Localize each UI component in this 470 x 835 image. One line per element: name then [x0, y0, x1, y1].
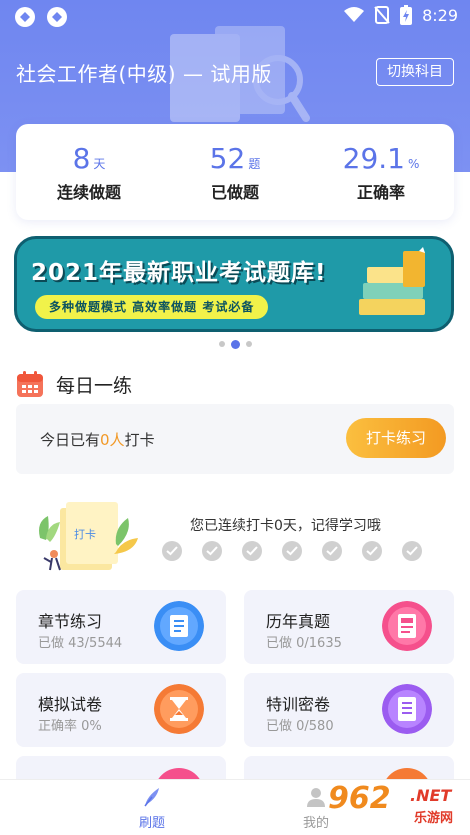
watermark-brand: 962: [328, 781, 391, 816]
stat-accuracy: 29.1% 正确率: [308, 124, 454, 220]
page-title: 社会工作者(中级) — 试用版: [16, 62, 272, 86]
stat-unit: 题: [248, 157, 261, 171]
stat-value: 29.1: [342, 142, 405, 175]
day-check-icon: [242, 541, 262, 561]
day-check-icon: [282, 541, 302, 561]
status-bar: 8:29: [0, 0, 470, 34]
day-check-icon: [402, 541, 422, 561]
stat-value: 8: [72, 142, 91, 175]
checkin-prefix: 今日已有: [40, 431, 101, 449]
banner-subtitle: 多种做题模式 高效率做题 考试必备: [35, 295, 269, 319]
no-sim-icon: [374, 6, 390, 24]
site-watermark-logo: 962 .NET 乐游网: [328, 781, 468, 831]
checkin-practice-button[interactable]: 打卡练习: [346, 418, 446, 458]
tile-past-exams[interactable]: 历年真题 已做 0/1635: [244, 590, 454, 664]
carousel-dot[interactable]: [245, 341, 252, 347]
checkin-suffix: 打卡: [124, 431, 155, 449]
stat-label: 已做题: [210, 183, 259, 202]
day-check-icon: [322, 541, 342, 561]
tile-mock-exam[interactable]: 模拟试卷 正确率 0%: [16, 673, 226, 747]
stat-questions-done: 52 题 已做题: [162, 124, 308, 220]
quill-icon: [144, 788, 159, 807]
carousel-dot-active[interactable]: [230, 340, 240, 349]
banner-title: 2021年最新职业考试题库!: [31, 260, 327, 286]
day-check-icon: [162, 541, 182, 561]
tab-practice[interactable]: 刷题: [92, 786, 212, 831]
tile-name: 特训密卷: [266, 695, 331, 714]
tile-name: 历年真题: [266, 612, 331, 631]
day-check-icon: [362, 541, 382, 561]
streak-message: 您已连续打卡0天，记得学习哦: [190, 518, 381, 534]
battery-charging-icon: [400, 5, 413, 25]
checkin-count: 0人: [100, 431, 125, 449]
notebook-icon: [154, 601, 204, 651]
tile-progress: 正确率 0%: [38, 719, 102, 734]
checkin-status: 今日已有0人打卡: [40, 429, 155, 450]
watermark-sub: 乐游网: [414, 811, 454, 826]
tile-progress: 已做 43/5544: [38, 636, 123, 651]
tile-name: 章节练习: [38, 612, 103, 631]
daily-practice-header: 每日一练: [16, 370, 132, 398]
hourglass-icon: [154, 684, 204, 734]
wifi-icon: [344, 7, 365, 22]
switch-subject-button[interactable]: 切换科目: [376, 58, 454, 86]
stat-unit: %: [407, 157, 420, 171]
stat-streak-days: 8天 连续做题: [16, 124, 162, 220]
day-check-icon: [202, 541, 222, 561]
tile-progress: 已做 0/580: [266, 719, 334, 734]
user-icon: [307, 788, 325, 807]
app-notification-icon-2: [47, 7, 67, 27]
tab-label: 我的: [302, 816, 329, 831]
books-icon: [359, 247, 425, 315]
carousel-dot[interactable]: [218, 341, 225, 347]
checkin-illustration: 打卡: [39, 502, 138, 571]
calendar-icon: [17, 371, 43, 397]
scroll-icon: [382, 684, 432, 734]
tile-special-training[interactable]: 特训密卷 已做 0/580: [244, 673, 454, 747]
stat-unit: 天: [93, 157, 106, 171]
checkin-bar: 今日已有0人打卡 打卡练习: [16, 404, 454, 474]
app-notification-icon: [15, 7, 35, 27]
illustration-label: 打卡: [74, 527, 96, 541]
carousel-indicator: [0, 340, 470, 349]
daily-practice-title: 每日一练: [56, 374, 133, 397]
stat-label: 连续做题: [56, 183, 121, 202]
weekly-checkin-row: [162, 541, 422, 561]
tile-progress: 已做 0/1635: [266, 636, 342, 651]
promo-banner[interactable]: 2021年最新职业考试题库! 多种做题模式 高效率做题 考试必备: [14, 236, 454, 332]
status-time: 8:29: [422, 5, 458, 25]
watermark-net: .NET: [410, 786, 452, 805]
stat-value: 52: [209, 142, 246, 175]
tile-chapter-practice[interactable]: 章节练习 已做 43/5544: [16, 590, 226, 664]
tab-label: 刷题: [138, 816, 165, 831]
paper-icon: [382, 601, 432, 651]
stat-label: 正确率: [356, 183, 405, 202]
stats-card: 8天 连续做题 52 题 已做题 29.1% 正确率: [16, 124, 454, 220]
tile-name: 模拟试卷: [38, 695, 103, 714]
